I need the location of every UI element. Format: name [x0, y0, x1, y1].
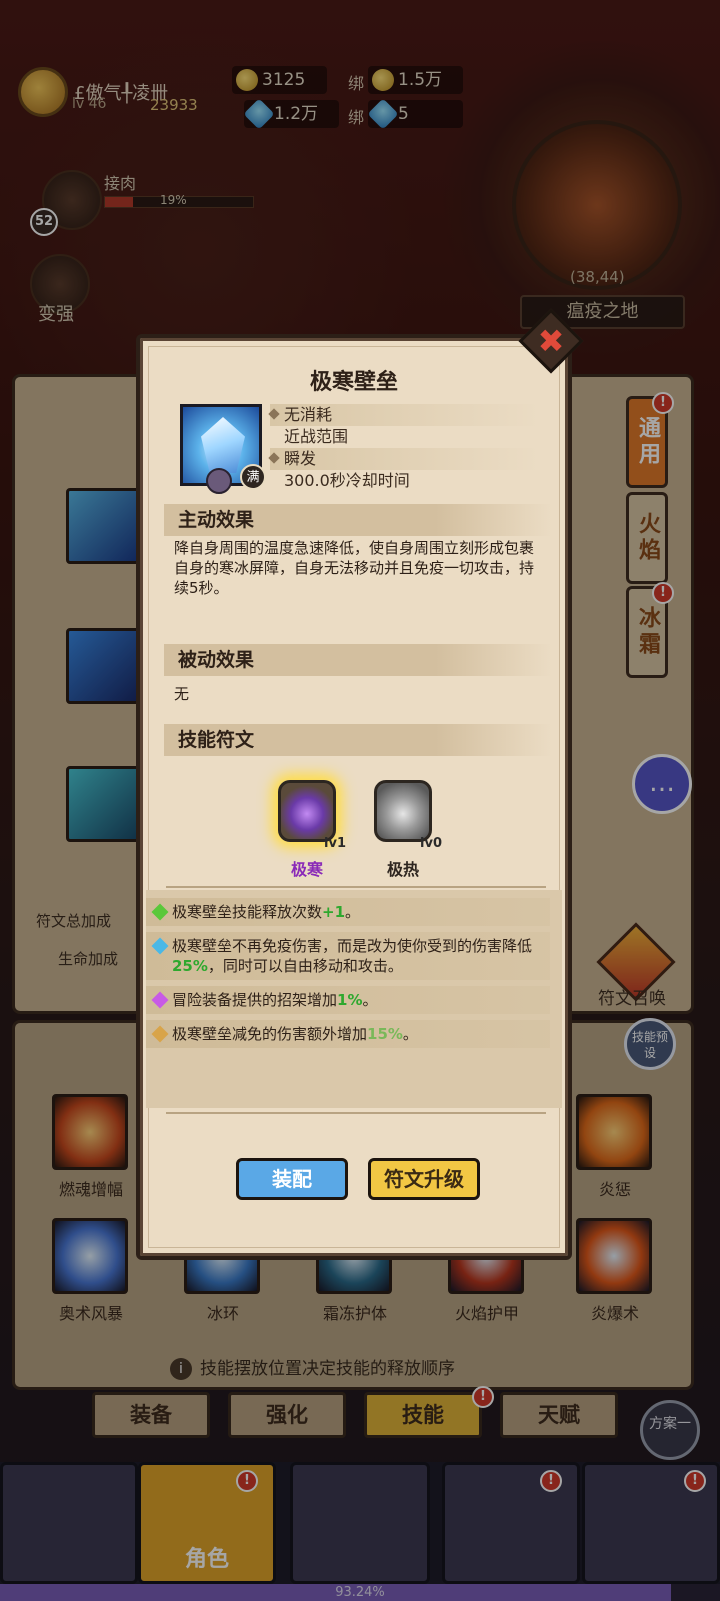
passive-effect-header: 被动效果	[164, 644, 552, 676]
rune-slot-extreme-heat[interactable]: lv0 极热	[368, 780, 442, 879]
effect-highlight: 15%	[367, 1025, 403, 1043]
blue-gem-icon	[151, 937, 169, 955]
effect-text: 极寒壁垒技能释放次数	[172, 903, 323, 921]
passive-effect-description: 无	[174, 685, 190, 703]
cooldown-info: 300.0秒冷却时间	[284, 471, 410, 490]
green-gem-icon	[151, 903, 169, 921]
effect-text-end: 。	[362, 991, 378, 1009]
rune-level: lv0	[420, 836, 442, 851]
effect-text: 极寒壁垒不再免疫伤害，而是改为使你受到的伤害降低	[172, 937, 533, 955]
purple-gem-icon	[151, 991, 169, 1009]
effect-text-end: 。	[345, 903, 361, 921]
cost-info: 无消耗	[270, 404, 540, 426]
effect-text: 冒险装备提供的招架增加	[172, 991, 338, 1009]
skill-detail-dialog: 极寒壁垒 满 无消耗 近战范围 瞬发 300.0秒冷却时间 主动效果 降自身周围…	[136, 334, 572, 1260]
effect-highlight: +1	[322, 903, 346, 921]
effect-text: 极寒壁垒减免的伤害额外增加	[172, 1025, 368, 1043]
active-effect-description: 降自身周围的温度急速降低，使自身周围立刻形成包裹自身的寒冰屏障，自身无法移动并且…	[174, 539, 535, 597]
effect-highlight: 25%	[172, 957, 208, 975]
dialog-title: 极寒壁垒	[309, 370, 398, 395]
purple-crystal-rune-icon	[278, 780, 336, 842]
rune-name: 极寒	[290, 860, 323, 879]
rune-slot-extreme-cold[interactable]: lv1 极寒	[272, 780, 346, 879]
effect-row: 极寒壁垒不再免疫伤害，而是改为使你受到的伤害降低 25%，同时可以自由移动和攻击。	[146, 932, 550, 980]
skill-rune-header: 技能符文	[164, 724, 552, 756]
effect-text-end: 。	[402, 1025, 418, 1043]
rune-socket-icon	[206, 468, 232, 494]
rune-upgrade-button[interactable]: 符文升级	[368, 1158, 480, 1200]
range-info: 近战范围	[284, 427, 349, 446]
close-icon: ✖	[537, 322, 565, 360]
equip-button[interactable]: 装配	[236, 1158, 348, 1200]
max-level-badge: 满	[240, 464, 266, 490]
effect-row: 极寒壁垒减免的伤害额外增加15%。	[146, 1020, 550, 1048]
divider	[166, 886, 546, 888]
active-effect-header: 主动效果	[164, 504, 552, 536]
effect-text-end: ，同时可以自由移动和攻击。	[207, 957, 403, 975]
rune-name: 极热	[386, 860, 419, 879]
lock-icon	[151, 1025, 169, 1043]
effect-row: 极寒壁垒技能释放次数+1。	[146, 898, 550, 926]
rune-level: lv1	[324, 836, 346, 851]
effect-highlight: 1%	[337, 991, 363, 1009]
effect-row: 冒险装备提供的招架增加1%。	[146, 986, 550, 1014]
flame-rune-icon	[374, 780, 432, 842]
divider	[166, 1112, 546, 1114]
cast-info: 瞬发	[270, 448, 540, 470]
ice-crystal-icon	[201, 417, 245, 473]
